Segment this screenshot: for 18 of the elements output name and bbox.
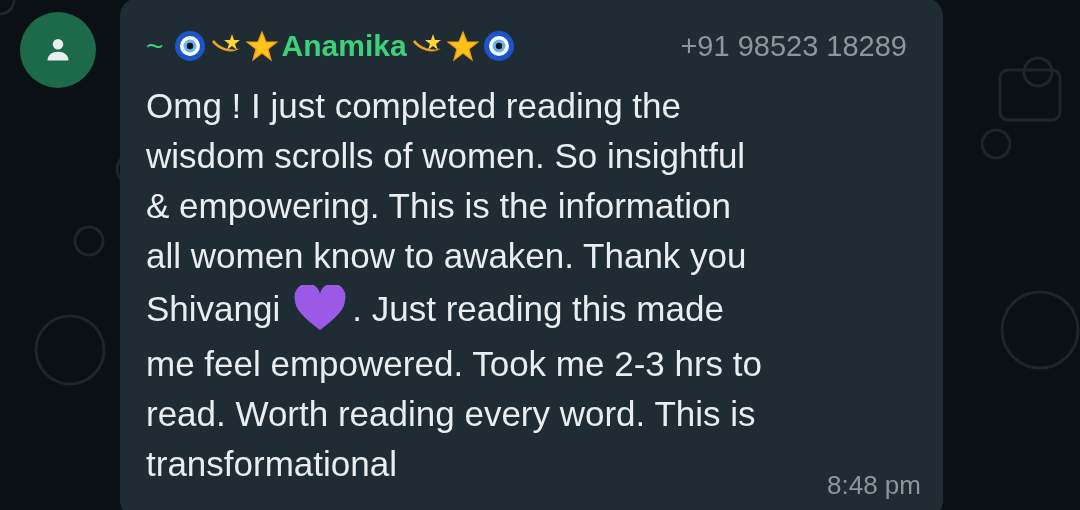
phone-number: +91 98523 18289 [680, 29, 907, 63]
nazar-icon [482, 30, 515, 62]
message-text: me feel empowered. Took me 2-3 hrs to [146, 343, 763, 385]
heart-icon [292, 285, 349, 333]
message-text: read. Worth reading every word. This is [146, 393, 756, 435]
star-icon [446, 30, 479, 62]
sender-name[interactable]: Anamika [281, 29, 407, 63]
message-text: Shivangi [146, 288, 281, 330]
message-text: . Just reading this made [352, 288, 724, 330]
sender-prefix: ~ [146, 29, 164, 63]
nazar-icon [173, 30, 206, 62]
message-text: & empowering. This is the information [146, 185, 731, 227]
star-icon [245, 30, 278, 62]
message-text: wisdom scrolls of women. So insightful [146, 135, 746, 177]
message-text: transformational [146, 443, 397, 485]
message-text: all women know to awaken. Thank you [146, 235, 747, 277]
message-time: 8:48 pm [827, 470, 921, 501]
message-text: Omg ! I just completed reading the [146, 85, 681, 127]
